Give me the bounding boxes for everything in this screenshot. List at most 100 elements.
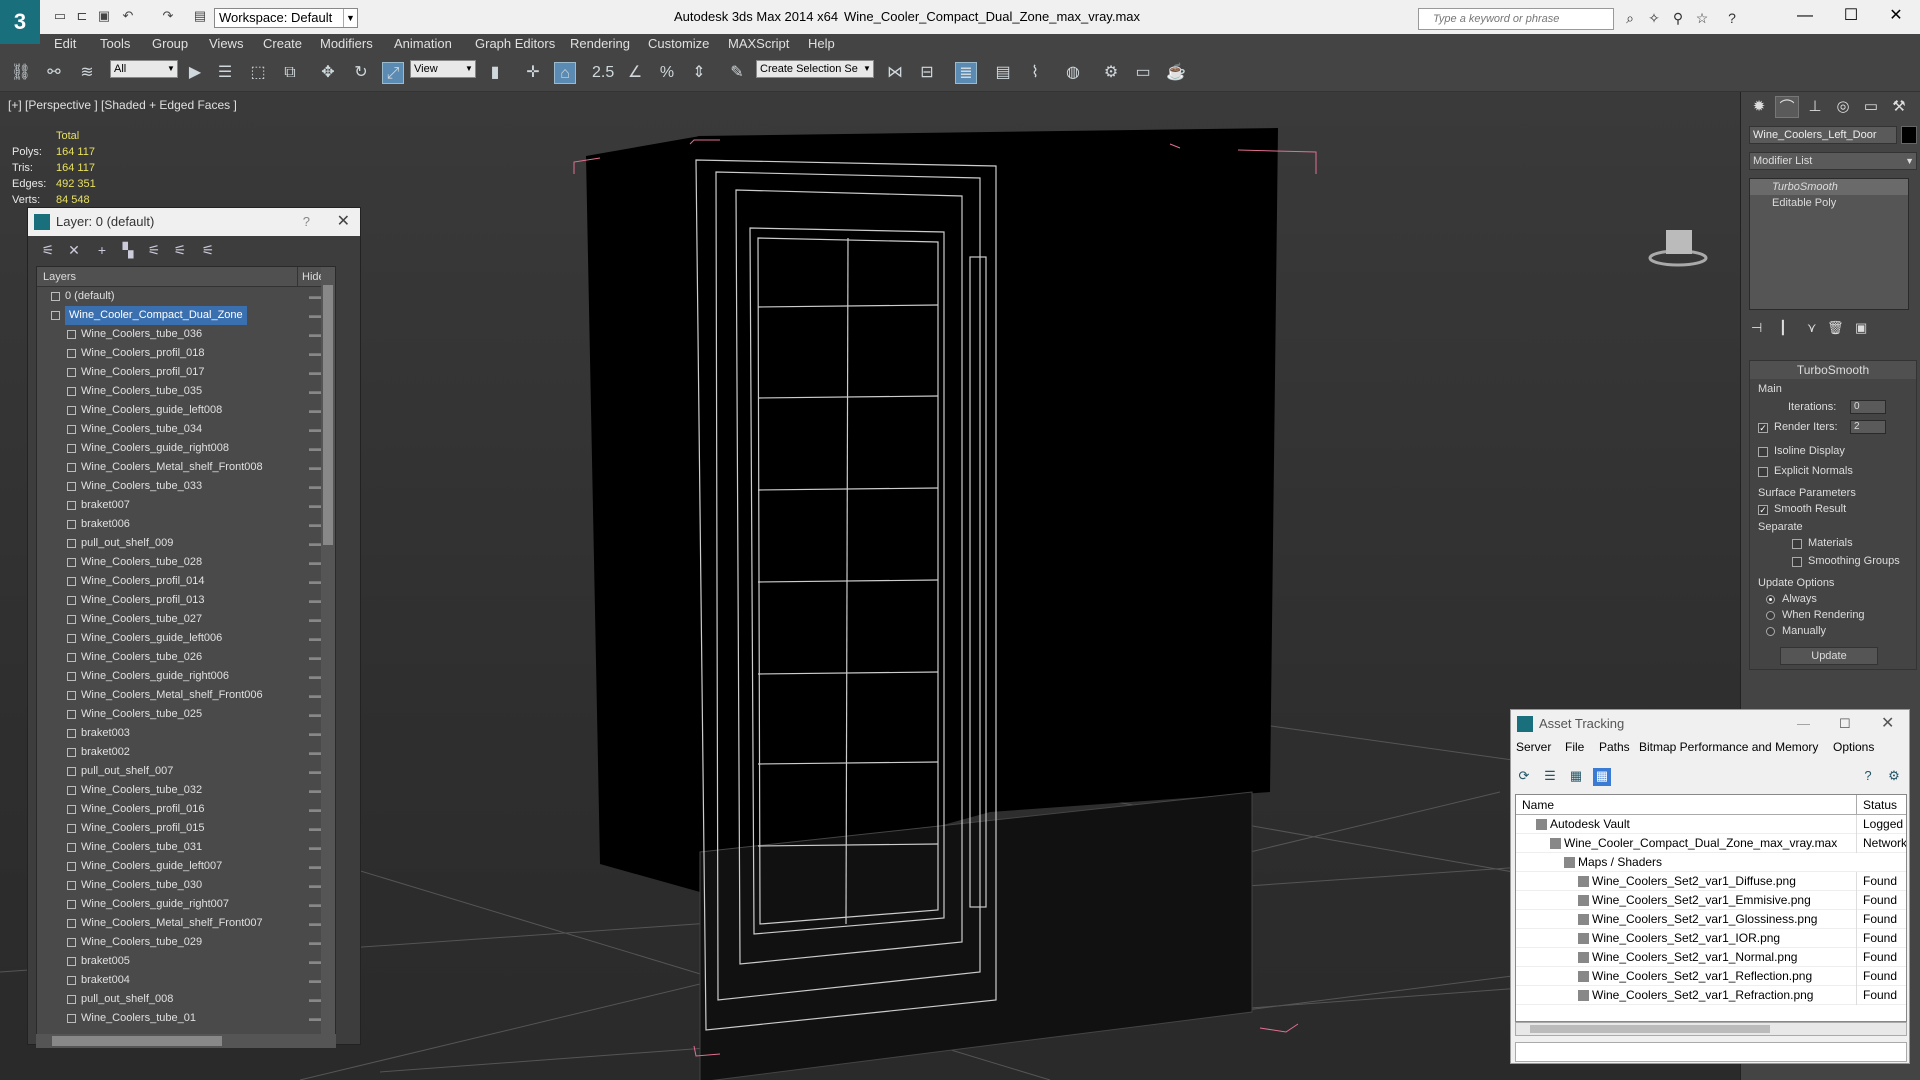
material-editor-icon[interactable]: ◍: [1062, 62, 1084, 84]
viewcube[interactable]: [1648, 224, 1708, 268]
menu-rendering[interactable]: Rendering: [570, 36, 630, 51]
layer-row[interactable]: Wine_Coolers_tube_036 ▬▬: [37, 325, 335, 344]
render-iters-spinner[interactable]: 2: [1850, 420, 1886, 434]
angle-snap-icon[interactable]: ∠: [624, 62, 646, 84]
asset-row[interactable]: Wine_Coolers_Set2_var1_Normal.png Found: [1516, 948, 1906, 967]
detail-view-icon[interactable]: ▦: [1567, 768, 1585, 786]
layer-row[interactable]: Wine_Coolers_tube_029 ▬▬: [37, 933, 335, 952]
subscription-icon[interactable]: ✧: [1646, 10, 1662, 26]
scrollbar-thumb[interactable]: [323, 285, 333, 545]
named-selection-dropdown[interactable]: Create Selection Se ▼: [756, 60, 874, 78]
render-iters-checkbox[interactable]: ✓: [1758, 423, 1768, 433]
menu-server[interactable]: Server: [1516, 740, 1551, 754]
open-file-icon[interactable]: ⊏: [74, 8, 90, 24]
asset-row[interactable]: Autodesk Vault Logged O: [1516, 815, 1906, 834]
window-crossing-icon[interactable]: ⧉: [279, 62, 301, 84]
layer-row[interactable]: braket007 ▬▬: [37, 496, 335, 515]
add-to-layer-icon[interactable]: ▚: [118, 242, 138, 260]
curve-editor-icon[interactable]: ⌇: [1024, 62, 1046, 84]
binoculars-icon[interactable]: ⌕: [1622, 10, 1638, 26]
spinner-snap-icon[interactable]: ⇕: [688, 62, 710, 84]
minimize-icon[interactable]: —: [1797, 710, 1810, 738]
mirror-icon[interactable]: ⋈: [884, 62, 906, 84]
rotate-icon[interactable]: ↻: [350, 62, 372, 84]
menu-customize[interactable]: Customize: [648, 36, 709, 51]
layer-row[interactable]: Wine_Coolers_tube_028 ▬▬: [37, 553, 335, 572]
rollout-title[interactable]: TurboSmooth: [1750, 361, 1916, 379]
layer-row[interactable]: Wine_Coolers_profil_013 ▬▬: [37, 591, 335, 610]
layer-row[interactable]: Wine_Coolers_tube_01 ▬▬: [37, 1009, 335, 1028]
edit-named-selection-icon[interactable]: ✎: [726, 62, 748, 84]
layer-list[interactable]: Layers Hide 0 (default) ▬▬ Wine_Cooler_Com…: [36, 266, 336, 1036]
close-icon[interactable]: ✕: [1881, 710, 1894, 738]
close-icon[interactable]: ✕: [1886, 6, 1906, 26]
pin-stack-icon[interactable]: ⊣: [1751, 320, 1762, 336]
workspace-dropdown[interactable]: Workspace: Default ▼: [214, 8, 358, 28]
layer-row[interactable]: pull_out_shelf_007 ▬▬: [37, 762, 335, 781]
select-manipulate-icon[interactable]: ✛: [522, 62, 544, 84]
layer-row[interactable]: braket005 ▬▬: [37, 952, 335, 971]
update-when-rendering-radio[interactable]: [1766, 611, 1775, 620]
menu-options[interactable]: Options: [1833, 740, 1874, 754]
asset-row[interactable]: Wine_Coolers_Set2_var1_Glossiness.png Fou…: [1516, 910, 1906, 929]
favorites-icon[interactable]: ☆: [1694, 10, 1710, 26]
menu-bitmap-performance[interactable]: Bitmap Performance and Memory: [1639, 740, 1818, 754]
asset-row[interactable]: Wine_Coolers_Set2_var1_Reflection.png Fou…: [1516, 967, 1906, 986]
toggle-ribbon-icon[interactable]: ▤: [992, 62, 1014, 84]
close-icon[interactable]: ✕: [337, 208, 350, 236]
asset-table[interactable]: Name Status Autodesk Vault Logged O Wine_C…: [1515, 794, 1907, 1022]
modifier-stack[interactable]: TurboSmooth Editable Poly: [1749, 178, 1909, 310]
help-icon[interactable]: ?: [1859, 768, 1877, 786]
explicit-normals-checkbox[interactable]: [1758, 467, 1768, 477]
layer-row[interactable]: Wine_Cooler_Compact_Dual_Zone ▬▬: [37, 306, 335, 325]
new-file-icon[interactable]: ▭: [52, 8, 68, 24]
layer-row[interactable]: Wine_Coolers_guide_right007 ▬▬: [37, 895, 335, 914]
render-setup-icon[interactable]: ⚙: [1100, 62, 1122, 84]
help-icon[interactable]: ?: [1724, 10, 1740, 26]
layer-row[interactable]: Wine_Coolers_guide_left007 ▬▬: [37, 857, 335, 876]
menu-help[interactable]: Help: [808, 36, 835, 51]
hierarchy-tab-icon[interactable]: ⊥: [1803, 96, 1827, 118]
name-column-header[interactable]: Name: [1522, 795, 1554, 815]
list-view-icon[interactable]: ☰: [1541, 768, 1559, 786]
update-button[interactable]: Update: [1780, 647, 1878, 665]
layer-row[interactable]: Wine_Coolers_tube_034 ▬▬: [37, 420, 335, 439]
layer-row[interactable]: pull_out_shelf_009 ▬▬: [37, 534, 335, 553]
layer-row[interactable]: Wine_Coolers_Metal_shelf_Front006 ▬▬: [37, 686, 335, 705]
menu-tools[interactable]: Tools: [100, 36, 130, 51]
rectangular-selection-icon[interactable]: ⬚: [247, 62, 269, 84]
undo-icon[interactable]: ↶: [120, 8, 136, 24]
scrollbar-thumb[interactable]: [1530, 1025, 1770, 1033]
object-color-swatch[interactable]: [1901, 126, 1917, 144]
status-column-header[interactable]: Status: [1856, 795, 1897, 815]
redo-icon[interactable]: ↷: [160, 8, 176, 24]
remove-modifier-icon[interactable]: 🗑: [1827, 320, 1844, 336]
communication-icon[interactable]: ⚲: [1670, 10, 1686, 26]
keyboard-shortcut-override-icon[interactable]: ⌂: [554, 62, 576, 84]
menu-file[interactable]: File: [1565, 740, 1584, 754]
update-manually-radio[interactable]: [1766, 627, 1775, 636]
layer-row[interactable]: Wine_Coolers_tube_026 ▬▬: [37, 648, 335, 667]
reference-coordinate-dropdown[interactable]: View ▼: [410, 60, 476, 78]
menu-paths[interactable]: Paths: [1599, 740, 1630, 754]
select-by-name-icon[interactable]: ☰: [214, 62, 236, 84]
isoline-display-checkbox[interactable]: [1758, 447, 1768, 457]
layer-row[interactable]: braket006 ▬▬: [37, 515, 335, 534]
iterations-spinner[interactable]: 0: [1850, 400, 1886, 414]
app-logo-icon[interactable]: 3: [0, 0, 40, 44]
layer-row[interactable]: Wine_Coolers_guide_right008 ▬▬: [37, 439, 335, 458]
maximize-icon[interactable]: ☐: [1841, 6, 1861, 26]
sort-layers-icon[interactable]: ⚟: [38, 242, 58, 260]
layer-row[interactable]: Wine_Coolers_tube_031 ▬▬: [37, 838, 335, 857]
new-layer-icon[interactable]: +: [92, 242, 112, 260]
asset-row[interactable]: Wine_Coolers_Set2_var1_Refraction.png Fou…: [1516, 986, 1906, 1005]
render-production-icon[interactable]: ☕: [1165, 62, 1187, 84]
layer-row[interactable]: pull_out_shelf_008 ▬▬: [37, 990, 335, 1009]
search-input[interactable]: Type a keyword or phrase: [1418, 8, 1614, 30]
asset-row[interactable]: Wine_Coolers_Set2_var1_Diffuse.png Found: [1516, 872, 1906, 891]
layer-row[interactable]: Wine_Coolers_tube_033 ▬▬: [37, 477, 335, 496]
layer-row[interactable]: braket002 ▬▬: [37, 743, 335, 762]
stack-item-turbosmooth[interactable]: TurboSmooth: [1750, 179, 1908, 195]
scale-icon[interactable]: ⤢: [382, 62, 404, 84]
layer-hscrollbar[interactable]: [36, 1034, 336, 1048]
